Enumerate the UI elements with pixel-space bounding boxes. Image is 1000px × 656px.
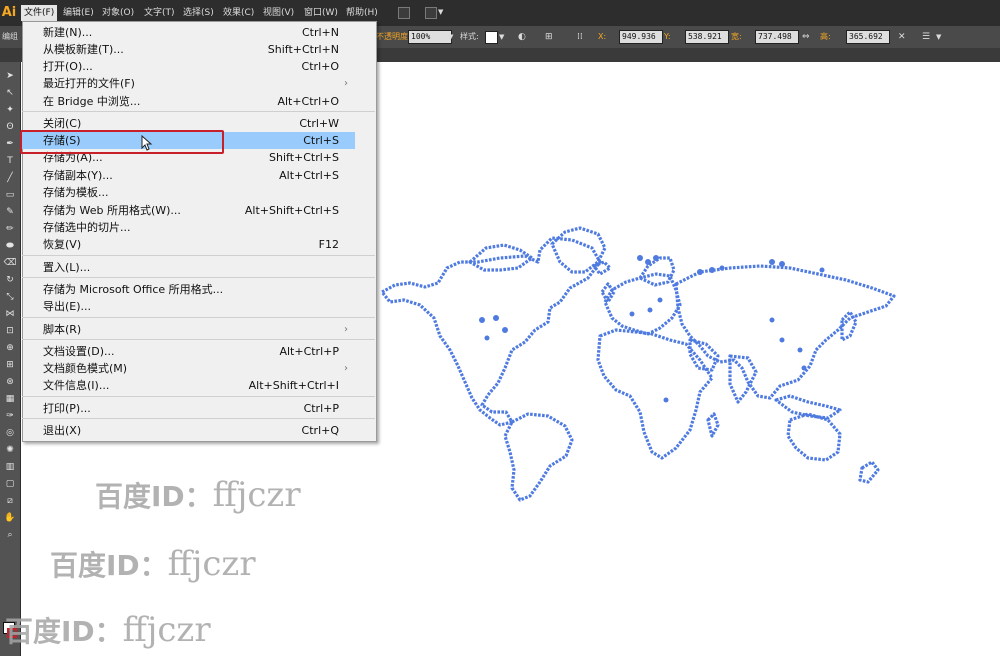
menu-item-shortcut: Ctrl+N [301,26,339,39]
uk-shape [600,282,616,304]
menu-separator [22,277,375,278]
menu-item-open[interactable]: 打开(O)... Ctrl+O [22,58,355,75]
menu-item-document-color-mode[interactable]: 文档颜色模式(M) › [22,360,355,377]
menu-item-label: 存储为 Web 所用格式(W)... [43,204,181,217]
menu-item-label: 文档颜色模式(M) [43,362,128,375]
watermark-3: 百度ID：ffjczr [5,610,211,650]
watermark-2-brand: 百度ID： [50,549,168,582]
menu-item-save-copy[interactable]: 存储副本(Y)... Alt+Ctrl+S [22,167,355,184]
menu-item-shortcut: Ctrl+O [301,60,339,73]
menu-item-new[interactable]: 新建(N)... Ctrl+N [22,24,355,41]
menu-item-label: 在 Bridge 中浏览... [43,95,141,108]
menu-item-label: 最近打开的文件(F) [43,77,135,90]
menu-item-save-for-office[interactable]: 存储为 Microsoft Office 所用格式... [22,281,355,298]
menu-item-file-info[interactable]: 文件信息(I)... Alt+Shift+Ctrl+I [22,377,355,394]
menu-item-label: 导出(E)... [43,300,92,313]
menu-separator [22,111,375,112]
menu-item-shortcut: Shift+Ctrl+N [267,43,339,56]
submenu-arrow-icon: › [344,78,348,89]
menu-item-open-recent[interactable]: 最近打开的文件(F) › [22,75,355,92]
menu-item-shortcut: Alt+Shift+Ctrl+I [248,379,339,392]
watermark-1: 百度ID：ffjczr [95,475,301,515]
menu-separator [22,396,375,397]
watermark-3-brand: 百度ID： [5,615,123,648]
menu-item-label: 置入(L)... [43,261,91,274]
menu-item-label: 从模板新建(T)... [43,43,124,56]
menu-item-label: 存储选中的切片... [43,221,131,234]
watermark-2-user: ffjczr [167,544,256,584]
menu-item-label: 恢复(V) [43,238,82,251]
menu-item-label: 存储为 Microsoft Office 所用格式... [43,283,224,296]
submenu-arrow-icon: › [344,324,348,335]
menu-item-save-selected-slices[interactable]: 存储选中的切片... [22,219,355,236]
menu-item-export[interactable]: 导出(E)... [22,298,355,315]
map-outline-group [380,226,896,502]
menu-item-label: 存储为模板... [43,186,109,199]
menu-item-shortcut: Ctrl+W [299,117,339,130]
menu-separator [22,418,375,419]
menu-item-label: 退出(X) [43,424,82,437]
southeast-asia-islands-shape [774,394,842,420]
menu-item-exit[interactable]: 退出(X) Ctrl+Q [22,422,355,439]
menu-item-print[interactable]: 打印(P)... Ctrl+P [22,400,355,417]
menu-item-label: 存储副本(Y)... [43,169,113,182]
menu-item-shortcut: Alt+Ctrl+S [279,169,339,182]
asia-shape [674,264,896,400]
south-america-shape [503,412,574,502]
india-shape [728,354,758,404]
menu-item-scripts[interactable]: 脚本(R) › [22,321,355,338]
menu-item-revert[interactable]: 恢复(V) F12 [22,236,355,253]
menu-item-label: 脚本(R) [43,323,82,336]
new-zealand-shape [858,460,880,484]
menu-item-shortcut: Ctrl+Q [301,424,339,437]
menu-item-shortcut: Ctrl+S [303,134,339,147]
watermark-2: 百度ID：ffjczr [50,544,256,584]
submenu-arrow-icon: › [344,363,348,374]
menu-item-shortcut: Alt+Ctrl+O [277,95,339,108]
menu-item-label: 打开(O)... [43,60,93,73]
menu-item-browse-in-bridge[interactable]: 在 Bridge 中浏览... Alt+Ctrl+O [22,93,355,110]
menu-item-save-as-template[interactable]: 存储为模板... [22,184,355,201]
menu-separator [22,339,375,340]
menu-item-shortcut: Ctrl+P [303,402,339,415]
menu-separator [22,317,375,318]
menu-item-shortcut: Shift+Ctrl+S [269,151,339,164]
menu-item-label: 新建(N)... [43,26,93,39]
map-detail-dots [479,255,825,403]
watermark-1-brand: 百度ID： [95,480,213,513]
menu-item-save-for-web[interactable]: 存储为 Web 所用格式(W)... Alt+Shift+Ctrl+S [22,202,355,219]
menu-item-label: 文件信息(I)... [43,379,110,392]
mouse-cursor-icon [141,135,153,151]
africa-shape [596,328,714,460]
australia-shape [786,412,842,462]
menu-item-label: 打印(P)... [43,402,91,415]
save-annotation-box [20,130,224,154]
menu-item-place[interactable]: 置入(L)... [22,259,355,276]
menu-separator [22,255,375,256]
madagascar-shape [706,412,720,438]
watermark-1-user: ffjczr [212,475,301,515]
menu-item-shortcut: Alt+Ctrl+P [279,345,339,358]
watermark-3-user: ffjczr [122,610,211,650]
menu-item-label: 文档设置(D)... [43,345,115,358]
menu-item-new-from-template[interactable]: 从模板新建(T)... Shift+Ctrl+N [22,41,355,58]
menu-item-document-setup[interactable]: 文档设置(D)... Alt+Ctrl+P [22,343,355,360]
menu-item-shortcut: Alt+Shift+Ctrl+S [244,204,339,217]
menu-item-shortcut: F12 [318,238,339,251]
